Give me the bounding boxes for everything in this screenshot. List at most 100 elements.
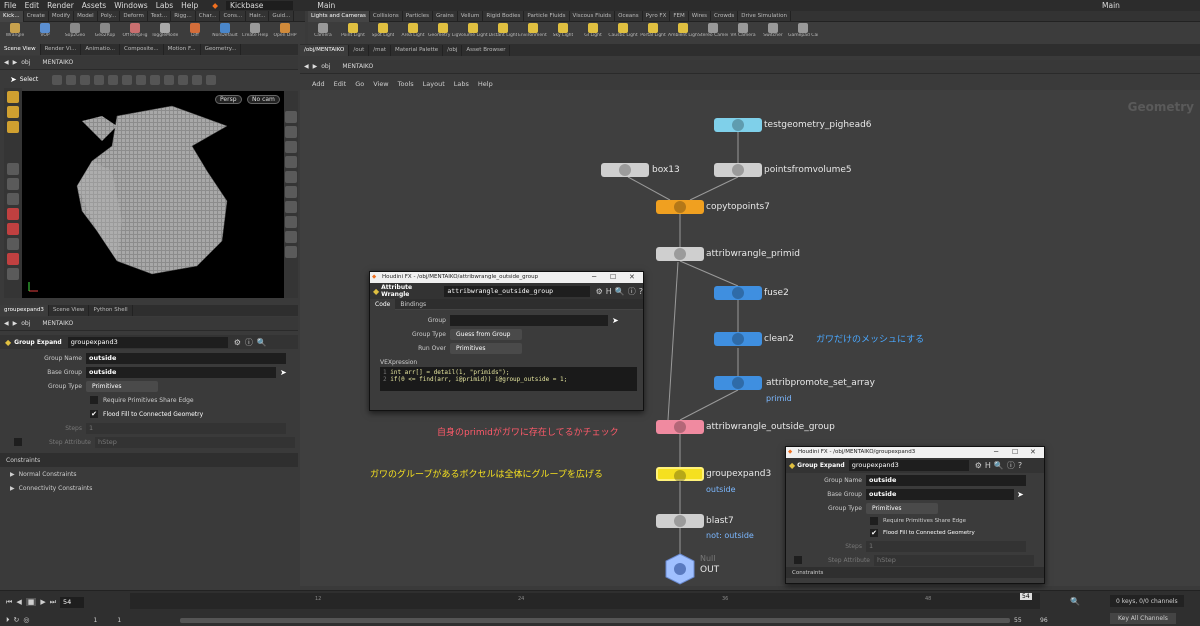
current-frame-field[interactable]: 54	[60, 596, 85, 608]
camera-menu[interactable]: No cam	[247, 95, 280, 104]
shelf-tool-button[interactable]: Switcher	[758, 22, 788, 44]
range-end2-field[interactable]: 96	[1040, 617, 1048, 624]
point-display-icon[interactable]	[285, 186, 297, 198]
lighting-icon[interactable]	[285, 156, 297, 168]
sculpt-icon[interactable]	[164, 74, 175, 85]
shelf-tab[interactable]: Kick...	[0, 10, 24, 22]
shelf-tab[interactable]: Rigg...	[171, 10, 196, 22]
menu-render[interactable]: Render	[47, 1, 74, 10]
shelf-tab[interactable]: Wires	[689, 10, 712, 22]
maximize-icon[interactable]: ☐	[610, 272, 616, 283]
node-blast7[interactable]	[656, 514, 704, 528]
shelf-tool-button[interactable]: Open DHP	[270, 22, 300, 44]
display-tool-icon[interactable]	[7, 208, 19, 220]
network-menu-help[interactable]: Help	[478, 80, 493, 88]
transform-icon[interactable]	[66, 74, 77, 85]
back-arrow-icon[interactable]: ◀	[4, 59, 9, 66]
help-icon[interactable]: ?	[1018, 461, 1022, 470]
rotate-tool-icon[interactable]	[7, 121, 19, 133]
desk-main-select[interactable]: Main	[317, 1, 335, 10]
group-name-field[interactable]: outside	[86, 352, 286, 364]
menu-windows[interactable]: Windows	[114, 1, 147, 10]
key-all-channels-button[interactable]: Key All Channels	[1110, 613, 1176, 624]
path-node[interactable]: MENTAIKO	[342, 63, 373, 70]
tab-scene-view[interactable]: Scene View	[0, 44, 41, 55]
range-end-field[interactable]: 55	[1014, 617, 1022, 624]
shelf-tool-button[interactable]: Gamepad Camera	[788, 22, 818, 44]
persp-menu[interactable]: Persp	[215, 95, 242, 104]
path-node[interactable]: MENTAIKO	[42, 320, 73, 327]
help-icon[interactable]: ⓘ	[245, 337, 253, 348]
shelf-tool-button[interactable]: OffTempFig	[120, 22, 150, 44]
cut-tool-icon[interactable]	[7, 253, 19, 265]
shelf-tool-button[interactable]: Area Light	[398, 22, 428, 44]
range-slider[interactable]	[180, 618, 1010, 623]
tab-network-out[interactable]: /out	[349, 44, 370, 56]
shelf-tool-button[interactable]: Sop2Geo	[60, 22, 90, 44]
gear-icon[interactable]: ⚙	[975, 461, 982, 470]
minimize-icon[interactable]: ─	[994, 447, 998, 458]
shelf-tool-button[interactable]: Camera	[308, 22, 338, 44]
range-start-field[interactable]: 1	[93, 617, 97, 624]
tab-bindings[interactable]: Bindings	[395, 299, 431, 310]
tab-composite[interactable]: Composite...	[120, 44, 164, 55]
node-fuse2[interactable]	[714, 286, 762, 300]
connectivity-constraints-folder[interactable]: ▶ Connectivity Constraints	[0, 481, 298, 495]
select-arrow-icon[interactable]: ➤	[280, 368, 287, 377]
node-groupexpand3[interactable]	[656, 467, 704, 482]
select-arrow-icon[interactable]: ➤	[612, 316, 619, 325]
shelf-tool-button[interactable]: VR Camera	[728, 22, 758, 44]
shaded-icon[interactable]	[285, 141, 297, 153]
network-menu-add[interactable]: Add	[312, 80, 325, 88]
search-icon[interactable]: 🔍	[615, 287, 625, 296]
pose-tool-icon[interactable]	[7, 163, 19, 175]
wireframe-icon[interactable]	[285, 126, 297, 138]
shelf-tool-button[interactable]: Distant Light	[488, 22, 518, 44]
gw-constraints-header[interactable]: Constraints	[786, 567, 1044, 578]
3d-viewport[interactable]: Persp No cam	[22, 91, 284, 298]
gw-group-name-field[interactable]: outside	[866, 474, 1026, 486]
tab-python-shell[interactable]: Python Shell	[89, 305, 133, 316]
node-box13[interactable]	[601, 163, 649, 177]
param-node-name[interactable]: groupexpand3	[67, 336, 228, 348]
node-attribpromote[interactable]	[714, 376, 762, 390]
uv-display-icon[interactable]	[285, 216, 297, 228]
shelf-tool-button[interactable]: Spot Light	[368, 22, 398, 44]
shelf-tool-button[interactable]: Wrangle	[0, 22, 30, 44]
tab-geometry[interactable]: Geometry...	[201, 44, 242, 55]
play-icon[interactable]: ▶	[40, 598, 45, 606]
grid-display-icon[interactable]	[285, 231, 297, 243]
display-option-icon[interactable]	[285, 111, 297, 123]
lock-tool-icon[interactable]	[7, 193, 19, 205]
shelf-tab[interactable]: Lights and Cameras	[308, 10, 370, 22]
shelf-tab[interactable]: Guid...	[269, 10, 295, 22]
forward-arrow-icon[interactable]: ▶	[13, 59, 18, 66]
brush-icon[interactable]	[150, 74, 161, 85]
shelf-tab[interactable]: Drive Simulation	[738, 10, 791, 22]
shelf-tab[interactable]: FEM	[670, 10, 689, 22]
shelf-tab[interactable]: Cons...	[220, 10, 247, 22]
gw-step-attr-field[interactable]: hStep	[874, 554, 1034, 566]
tab-asset-browser[interactable]: Asset Browser	[462, 44, 511, 56]
shelf-tab[interactable]: Pyro FX	[643, 10, 671, 22]
network-menu-tools[interactable]: Tools	[398, 80, 414, 88]
node-attribwrangle-outside[interactable]	[656, 420, 704, 434]
menu-file[interactable]: File	[4, 1, 17, 10]
search-icon[interactable]: 🔍	[257, 338, 267, 347]
shelf-tool-button[interactable]: Create Help	[240, 22, 270, 44]
gear-icon[interactable]: ⚙	[596, 287, 603, 296]
shelf-tab[interactable]: Crowds	[711, 10, 739, 22]
scale-icon[interactable]	[94, 74, 105, 85]
shelf-tool-button[interactable]: Portal Light	[638, 22, 668, 44]
shelf-tab[interactable]: Create	[24, 10, 49, 22]
h-icon[interactable]: H	[985, 461, 991, 470]
back-arrow-icon[interactable]: ◀	[304, 63, 309, 70]
info-icon[interactable]: ⓘ	[1007, 460, 1015, 471]
snap-icon[interactable]	[122, 74, 133, 85]
path-node[interactable]: MENTAIKO	[42, 59, 73, 66]
forward-arrow-icon[interactable]: ▶	[313, 63, 318, 70]
groupexpand-name-field[interactable]: groupexpand3	[848, 460, 969, 471]
pose-icon[interactable]	[108, 74, 119, 85]
tab-code[interactable]: Code	[370, 298, 396, 310]
skip-start-icon[interactable]: ⏮	[6, 598, 12, 607]
